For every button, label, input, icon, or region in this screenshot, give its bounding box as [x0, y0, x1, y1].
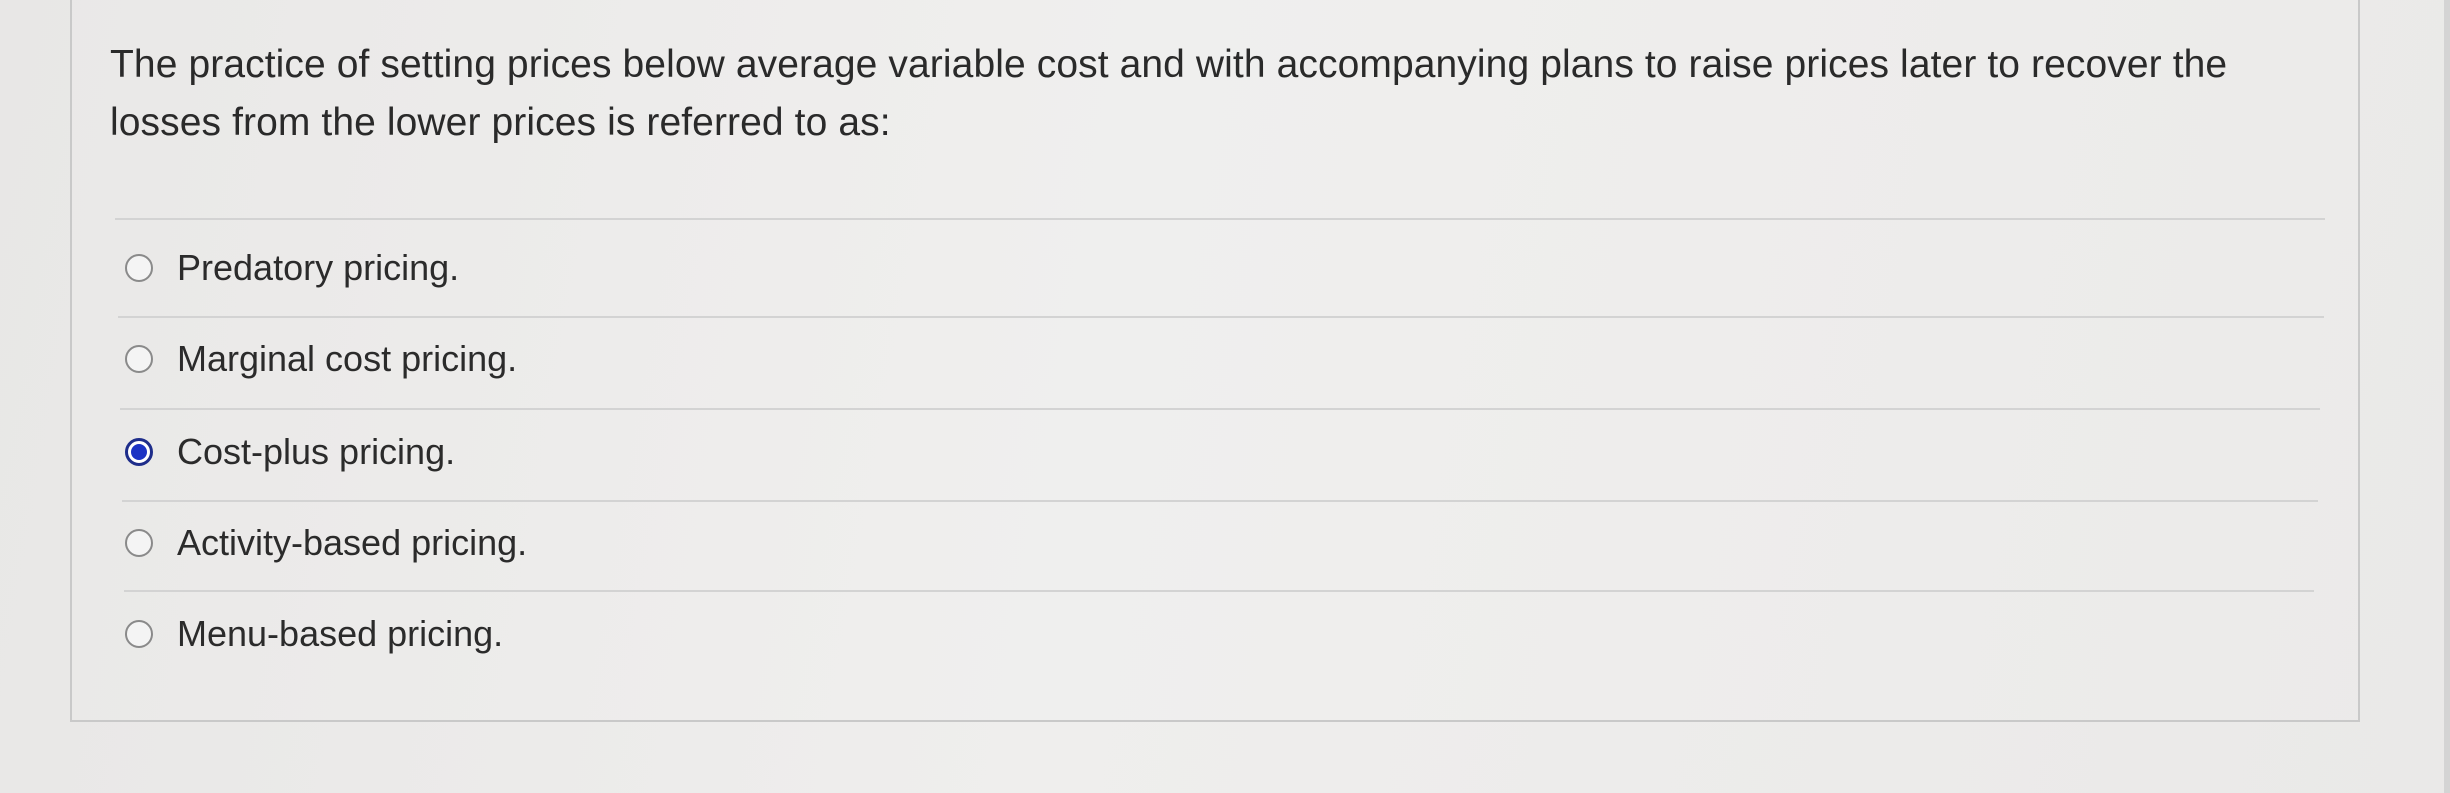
page-edge	[2444, 0, 2450, 793]
option-marginal-cost-pricing[interactable]: Marginal cost pricing.	[125, 329, 517, 389]
option-label: Activity-based pricing.	[177, 522, 528, 563]
option-predatory-pricing[interactable]: Predatory pricing.	[125, 238, 459, 298]
question-text: The practice of setting prices below ave…	[110, 43, 2228, 144]
option-label: Cost-plus pricing.	[177, 431, 456, 472]
option-divider	[118, 316, 2324, 318]
radio-button-icon[interactable]	[125, 254, 153, 282]
option-cost-plus-pricing[interactable]: Cost-plus pricing.	[125, 422, 455, 482]
option-menu-based-pricing[interactable]: Menu-based pricing.	[125, 604, 503, 664]
option-label: Predatory pricing.	[177, 247, 460, 288]
option-activity-based-pricing[interactable]: Activity-based pricing.	[125, 513, 527, 573]
radio-button-icon[interactable]	[125, 345, 153, 373]
radio-button-icon[interactable]	[125, 529, 153, 557]
radio-button-icon[interactable]	[125, 620, 153, 648]
option-divider	[124, 590, 2314, 592]
radio-button-selected-icon[interactable]	[125, 438, 153, 466]
option-divider	[122, 500, 2318, 502]
option-label: Menu-based pricing.	[177, 613, 504, 654]
question-divider	[115, 218, 2325, 220]
option-divider	[120, 408, 2320, 410]
option-label: Marginal cost pricing.	[177, 338, 518, 379]
